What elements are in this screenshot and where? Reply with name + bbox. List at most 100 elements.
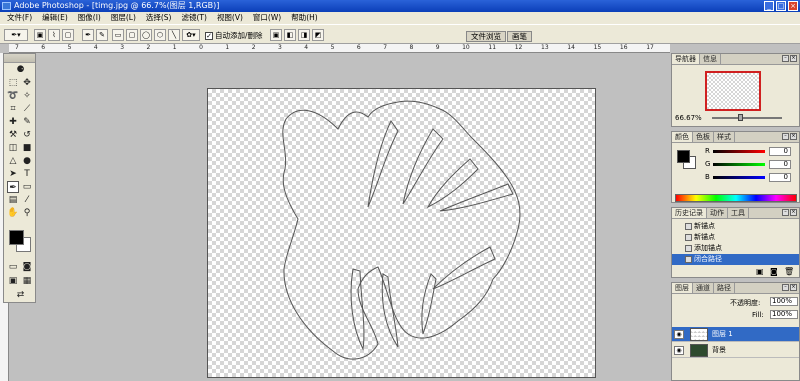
history-item[interactable]: 新锚点 [672,221,799,232]
new-document-icon[interactable]: ▣ [756,267,764,276]
zoom-slider[interactable] [712,117,782,119]
menu-view[interactable]: 视图(V) [212,12,248,24]
menu-filter[interactable]: 滤镜(T) [177,12,212,24]
history-item-selected[interactable]: 闭合路径 [672,254,799,265]
path-intersect-icon[interactable]: ◨ [298,29,310,41]
fill-input[interactable]: 100% [770,310,798,319]
custom-shape-icon[interactable]: ✿▾ [182,29,200,41]
well-brushes[interactable]: 画笔 [507,31,532,42]
shape-layers-icon[interactable]: ▣ [34,29,46,41]
layer-row-selected[interactable]: ◉ 图层 1 [672,327,799,342]
history-item[interactable]: 新锚点 [672,232,799,243]
standard-mode-icon[interactable]: ▭ [7,261,19,273]
new-snapshot-icon[interactable]: ◙ [770,267,778,276]
eye-icon[interactable]: ◉ [674,330,684,339]
maximize-button[interactable]: □ [776,1,786,11]
panel-close-icon[interactable]: × [790,209,797,216]
move-tool-icon[interactable]: ✥ [21,77,33,89]
well-file-browser[interactable]: 文件浏览 [466,31,506,42]
tab-layers[interactable]: 图层 [672,283,693,293]
foreground-color-swatch[interactable] [9,230,24,245]
panel-close-icon[interactable]: × [790,284,797,291]
marquee-tool-icon[interactable]: ⬚ [7,77,19,89]
jump-to-imageready-icon[interactable]: ⇄ [7,289,34,301]
fill-pixels-icon[interactable]: ▢ [62,29,74,41]
trash-icon[interactable]: 🗑 [784,267,794,276]
paths-icon[interactable]: ⌇ [48,29,60,41]
freeform-pen-icon[interactable]: ✎ [96,29,108,41]
notes-tool-icon[interactable]: ▤ [7,194,19,206]
close-button[interactable]: × [788,1,798,11]
tab-actions[interactable]: 动作 [707,208,728,218]
panel-close-icon[interactable]: × [790,133,797,140]
tab-navigator[interactable]: 导航器 [672,54,700,64]
red-value[interactable]: 0 [769,146,791,156]
navigator-thumbnail[interactable] [705,71,761,111]
red-slider[interactable] [713,149,765,153]
shape-tool-icon[interactable]: ▭ [21,181,33,193]
history-brush-icon[interactable]: ↺ [21,129,33,141]
color-foreground-swatch[interactable] [677,150,690,163]
tab-history[interactable]: 历史记录 [672,208,707,218]
layer-row[interactable]: ◉ 背景 [672,343,799,358]
menu-window[interactable]: 窗口(W) [248,12,286,24]
type-tool-icon[interactable]: T [21,168,33,180]
crop-tool-icon[interactable]: ⌗ [7,103,19,115]
tab-tools[interactable]: 工具 [728,208,749,218]
tab-color[interactable]: 颜色 [672,132,693,142]
pen-icon[interactable]: ✒ [82,29,94,41]
path-selection-icon[interactable]: ➤ [7,168,19,180]
panel-close-icon[interactable]: × [790,55,797,62]
panel-minimize-icon[interactable]: – [782,209,789,216]
tab-paths[interactable]: 路径 [714,283,735,293]
slice-tool-icon[interactable]: ⟋ [21,103,33,115]
gradient-tool-icon[interactable]: ■ [21,142,33,154]
eraser-tool-icon[interactable]: ◫ [7,142,19,154]
brush-tool-icon[interactable]: ✎ [21,116,33,128]
green-slider[interactable] [713,162,765,166]
history-item[interactable]: 添加锚点 [672,243,799,254]
magic-wand-icon[interactable]: ✧ [21,90,33,102]
tab-styles[interactable]: 样式 [714,132,735,142]
green-value[interactable]: 0 [769,159,791,169]
path-exclude-icon[interactable]: ◩ [312,29,324,41]
tab-swatches[interactable]: 色板 [693,132,714,142]
zoom-tool-icon[interactable]: ⚲ [21,207,33,219]
blur-tool-icon[interactable]: △ [7,155,19,167]
eyedropper-icon[interactable]: ⁄ [21,194,33,206]
path-subtract-icon[interactable]: ◧ [284,29,296,41]
quick-mask-icon[interactable]: ◙ [21,261,33,273]
dodge-tool-icon[interactable]: ● [21,155,33,167]
checkbox-box[interactable]: ✓ [205,31,213,40]
toolbox-grip[interactable] [4,54,35,63]
rectangle-icon[interactable]: ▭ [112,29,124,41]
ellipse-icon[interactable]: ◯ [140,29,152,41]
panel-minimize-icon[interactable]: – [782,55,789,62]
path-add-icon[interactable]: ▣ [270,29,282,41]
blue-value[interactable]: 0 [769,172,791,182]
hand-tool-icon[interactable]: ✋ [7,207,19,219]
blue-slider[interactable] [713,175,765,179]
screen-mode-standard-icon[interactable]: ▣ [7,275,19,287]
document-canvas[interactable] [207,88,596,378]
polygon-icon[interactable]: ⬡ [154,29,166,41]
menu-image[interactable]: 图像(I) [73,12,106,24]
menu-edit[interactable]: 编辑(E) [37,12,73,24]
adobe-online-icon[interactable]: ⚈ [7,64,34,76]
menu-layer[interactable]: 图层(L) [106,12,141,24]
tool-preset-picker[interactable]: ✒▾ [4,29,28,41]
clone-stamp-icon[interactable]: ⚒ [7,129,19,141]
menu-file[interactable]: 文件(F) [2,12,37,24]
lasso-tool-icon[interactable]: ➰ [7,90,19,102]
line-icon[interactable]: ╲ [168,29,180,41]
tab-channels[interactable]: 通道 [693,283,714,293]
eye-icon[interactable]: ◉ [674,346,684,355]
opacity-input[interactable]: 100% [770,297,798,306]
minimize-button[interactable]: _ [764,1,774,11]
healing-brush-icon[interactable]: ✚ [7,116,19,128]
panel-minimize-icon[interactable]: – [782,284,789,291]
screen-mode-full-icon[interactable]: ▦ [21,275,33,287]
panel-minimize-icon[interactable]: – [782,133,789,140]
color-spectrum-bar[interactable] [675,194,797,202]
zoom-value[interactable]: 66.67% [675,114,702,122]
